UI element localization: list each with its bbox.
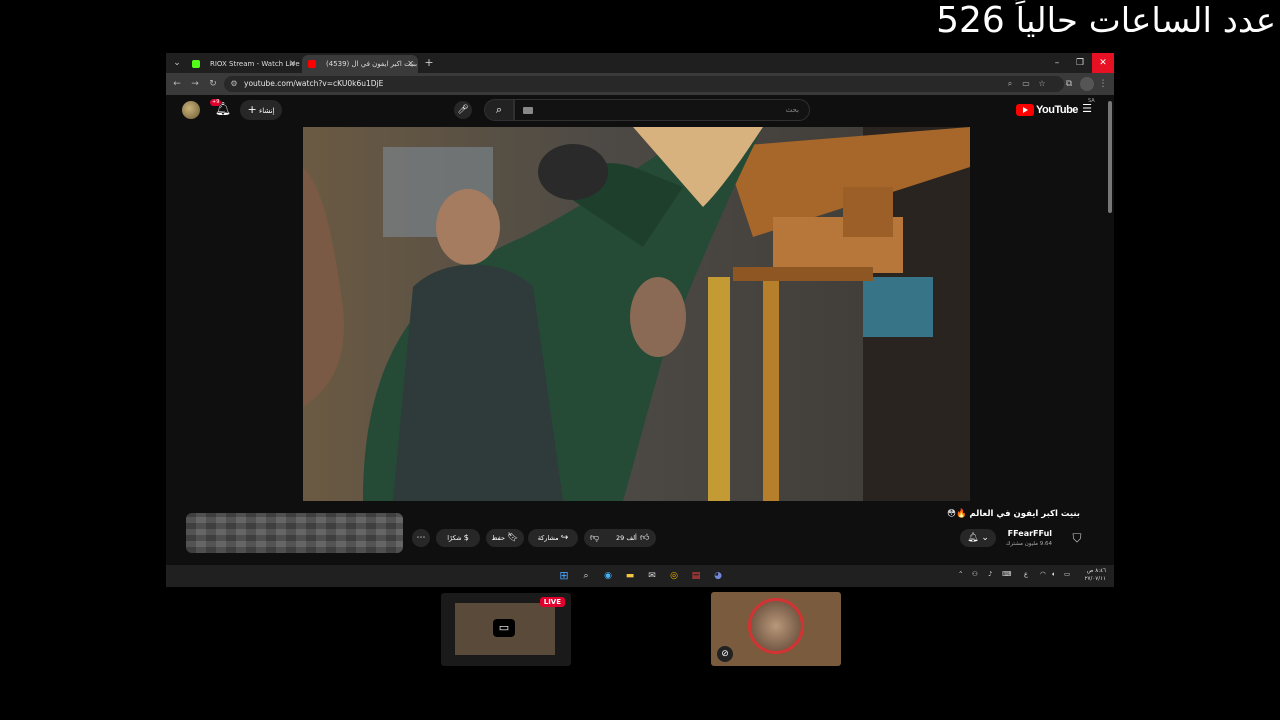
video-player[interactable] (303, 127, 970, 501)
share-label: مشاركة (537, 534, 559, 542)
bookmark-icon: 🔖︎ (507, 533, 519, 543)
back-icon[interactable]: ← (170, 77, 184, 91)
maximize-button[interactable]: ❐ (1069, 53, 1091, 73)
youtube-play-icon (1016, 104, 1034, 116)
reload-icon[interactable]: ↻ (206, 77, 220, 91)
search-placeholder: بحث (785, 106, 799, 114)
tab-strip: ⌄ RIOX Stream - Watch Live on K ✕ (4539)… (166, 53, 1114, 73)
clock-time: ٨:٤٦ ص (1086, 568, 1106, 574)
create-button[interactable]: + إنشاء (240, 100, 282, 120)
browser-menu-icon[interactable]: ⋮ (1096, 77, 1110, 91)
extensions-icon[interactable]: ⧉ (1062, 77, 1076, 91)
share-icon: ↪ (560, 533, 569, 543)
mic-tray-icon[interactable]: ♪ (988, 570, 992, 578)
tray-chevron-icon[interactable]: ⌃ (958, 570, 963, 578)
tab-close-icon[interactable]: ✕ (407, 55, 414, 73)
thanks-label: شكرًا (447, 534, 462, 542)
close-window-button[interactable]: ✕ (1092, 53, 1114, 73)
hours-value: 526 (936, 0, 1005, 41)
volume-icon[interactable]: 🔈︎ (1052, 570, 1056, 579)
discord-icon[interactable]: ◕ (710, 568, 726, 584)
edge-icon[interactable]: ◉ (600, 568, 616, 584)
muted-mic-icon: ⊘ (717, 646, 733, 662)
site-info-icon[interactable]: ⚙ (228, 78, 240, 90)
hours-label: عدد الساعات حالياً (1015, 1, 1276, 41)
windows-taskbar: ⊞ ⌕ ◉ ▬ ✉ ◎ ▤ ◕ ⌃ ⚇ ♪ ⌨ ع ◠ 🔈︎ ▭ ٨:٤٦ ص … (166, 565, 1114, 587)
omnibox[interactable]: ⚙ youtube.com/watch?v=cKU0k6u1DjE ⌕ ▭ ☆ (224, 76, 1064, 92)
file-explorer-icon[interactable]: ▬ (622, 568, 638, 584)
keyboard-icon[interactable] (523, 107, 533, 114)
language-indicator[interactable]: ع (1024, 570, 1028, 578)
save-button[interactable]: حفظ 🔖︎ (486, 529, 524, 547)
dislike-icon[interactable]: 👎︎ (590, 529, 599, 547)
thanks-button[interactable]: شكرًا $ (436, 529, 480, 547)
youtube-favicon-icon (308, 60, 316, 68)
kick-favicon-icon (192, 60, 200, 68)
plus-icon: + (247, 103, 257, 116)
forward-icon[interactable]: → (188, 77, 202, 91)
avatar[interactable] (182, 101, 200, 119)
battery-icon[interactable]: ▭ (1064, 570, 1070, 578)
stream-preview-empty[interactable] (575, 593, 705, 666)
logo-text: YouTube (1036, 104, 1078, 116)
bookmark-star-icon[interactable]: ☆ (1036, 78, 1048, 90)
live-badge: LIVE (539, 597, 565, 607)
search-button[interactable]: ⌕ (484, 99, 514, 121)
browser-window: ⌄ RIOX Stream - Watch Live on K ✕ (4539)… (166, 53, 1114, 587)
tab-kick[interactable]: RIOX Stream - Watch Live on K ✕ (186, 55, 300, 73)
page-scrollbar[interactable] (1106, 95, 1114, 565)
tab-youtube[interactable]: (4539) بنيت اكبر ايفون في ال ✕ (302, 55, 418, 73)
voice-search-icon[interactable]: 🎤︎ (454, 101, 472, 119)
stream-preview-screen[interactable]: LIVE ▭ (441, 593, 571, 666)
channel-name[interactable]: FFearFFul (1008, 529, 1052, 538)
wifi-icon[interactable]: ◠ (1040, 570, 1046, 578)
search-icon[interactable]: ⌕ (578, 568, 594, 584)
new-tab-button[interactable]: + (422, 55, 436, 71)
tab-search-icon[interactable]: ⌄ (170, 56, 184, 70)
save-label: حفظ (491, 534, 505, 542)
youtube-page: 🔔︎ +9 + إنشاء 🎤︎ ⌕ بحث YouTube SA ☰ بنيت… (166, 95, 1106, 565)
subscribed-bell-button[interactable]: 🔔︎ ⌄ (960, 529, 996, 547)
profile-icon[interactable] (1080, 77, 1094, 91)
thumbnail-noise (186, 513, 403, 553)
address-bar-row: ← → ↻ ⚙ youtube.com/watch?v=cKU0k6u1DjE … (166, 73, 1114, 95)
tab-close-icon[interactable]: ✕ (289, 55, 296, 73)
clock-date: ٢٧/٠٧/١١ (1084, 576, 1106, 582)
more-actions-icon[interactable]: ⋯ (412, 529, 430, 547)
recorder-icon[interactable]: ▤ (688, 568, 704, 584)
create-label: إنشاء (258, 107, 275, 115)
hours-counter: عدد الساعات حالياً 526 (936, 0, 1276, 41)
zoom-icon[interactable]: ⌕ (1004, 78, 1016, 90)
guide-menu-icon[interactable]: ☰ (1080, 102, 1094, 116)
url-text[interactable]: youtube.com/watch?v=cKU0k6u1DjE (244, 76, 383, 92)
thanks-icon: $ (463, 533, 469, 542)
video-title: بنيت اكبر ايفون في العالم 🔥😳 (947, 509, 1080, 519)
like-count[interactable]: 29 ألف (616, 529, 637, 547)
cast-icon[interactable]: ▭ (1020, 78, 1032, 90)
like-icon[interactable]: 👍︎ (640, 529, 649, 547)
search-input[interactable]: بحث (514, 99, 810, 121)
chrome-icon[interactable]: ◎ (666, 568, 682, 584)
minimize-button[interactable]: – (1046, 53, 1068, 73)
notification-badge: +9 (210, 99, 222, 106)
keyboard-tray-icon[interactable]: ⌨ (1002, 570, 1011, 578)
video-frame (303, 127, 970, 501)
mail-icon[interactable]: ✉ (644, 568, 660, 584)
participant-avatar (748, 598, 804, 654)
system-clock[interactable]: ٨:٤٦ ص ٢٧/٠٧/١١ (1085, 567, 1106, 583)
tab-title: RIOX Stream - Watch Live on K (210, 60, 300, 68)
screen-share-icon: ▭ (493, 619, 515, 637)
tab-title: (4539) بنيت اكبر ايفون في ال (326, 60, 418, 68)
scrollbar-thumb[interactable] (1108, 101, 1112, 213)
tray-app-icon[interactable]: ⚇ (972, 570, 978, 578)
subscriber-count: 9.64 مليون مشترك (1005, 541, 1052, 547)
like-dislike-group: 👎︎ 29 ألف 👍︎ (584, 529, 656, 547)
windows-start-icon[interactable]: ⊞ (556, 568, 572, 584)
channel-avatar-icon[interactable]: ⛉ (1068, 529, 1086, 547)
share-button[interactable]: مشاركة ↪ (528, 529, 578, 547)
stream-preview-camera[interactable]: ⊘ (711, 592, 841, 666)
